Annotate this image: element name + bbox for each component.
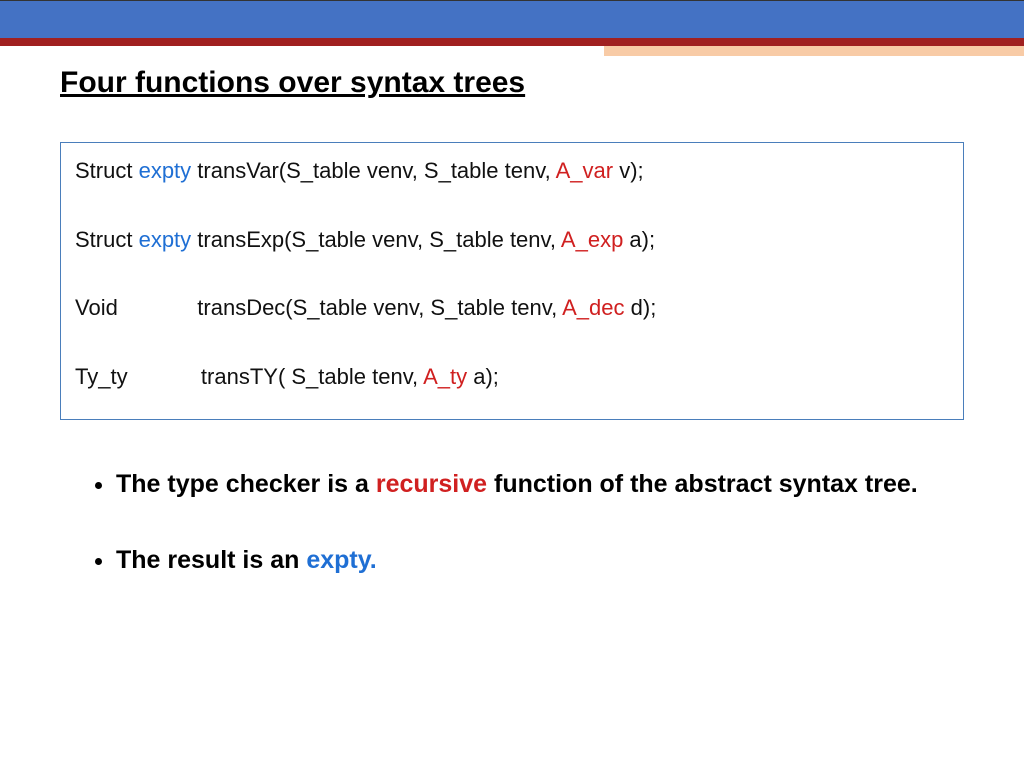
code-type: A_ty xyxy=(423,364,467,389)
code-text: a); xyxy=(467,364,499,389)
code-text: a); xyxy=(623,227,655,252)
bullet-highlight: expty. xyxy=(306,546,376,574)
header-red-bar xyxy=(0,38,1024,46)
slide-title: Four functions over syntax trees xyxy=(60,66,964,100)
header-orange-bar xyxy=(604,46,1024,56)
header-blue-bar xyxy=(0,0,1024,38)
code-text: transExp(S_table venv, S_table tenv, xyxy=(191,227,561,252)
code-row-4: Ty_ty transTY( S_table tenv, A_ty a); xyxy=(75,363,949,392)
bullet-item-1: The type checker is a recursive function… xyxy=(116,468,964,502)
bullet-text: function of the abstract syntax tree. xyxy=(487,470,918,498)
code-type: A_dec xyxy=(562,295,624,320)
code-row-1: Struct expty transVar(S_table venv, S_ta… xyxy=(75,157,949,186)
bullet-text: The type checker is a xyxy=(116,470,376,498)
bullet-highlight: recursive xyxy=(376,470,487,498)
code-box: Struct expty transVar(S_table venv, S_ta… xyxy=(60,142,964,420)
code-row-2: Struct expty transExp(S_table venv, S_ta… xyxy=(75,226,949,255)
slide-content: Four functions over syntax trees Struct … xyxy=(0,56,1024,578)
bullet-item-2: The result is an expty. xyxy=(116,544,964,578)
code-text: d); xyxy=(625,295,657,320)
code-type: A_var xyxy=(556,158,613,183)
code-text: v); xyxy=(613,158,644,183)
bullet-text: The result is an xyxy=(116,546,306,574)
code-keyword: expty xyxy=(139,158,192,183)
code-text: Void transDec(S_table venv, S_table tenv… xyxy=(75,295,562,320)
code-text: Ty_ty transTY( S_table tenv, xyxy=(75,364,423,389)
slide-header xyxy=(0,0,1024,56)
header-orange-wrap xyxy=(0,46,1024,56)
code-row-3: Void transDec(S_table venv, S_table tenv… xyxy=(75,294,949,323)
code-text: Struct xyxy=(75,158,139,183)
code-type: A_exp xyxy=(561,227,623,252)
bullet-list: The type checker is a recursive function… xyxy=(60,468,964,578)
code-text: transVar(S_table venv, S_table tenv, xyxy=(191,158,555,183)
code-keyword: expty xyxy=(139,227,192,252)
code-text: Struct xyxy=(75,227,139,252)
